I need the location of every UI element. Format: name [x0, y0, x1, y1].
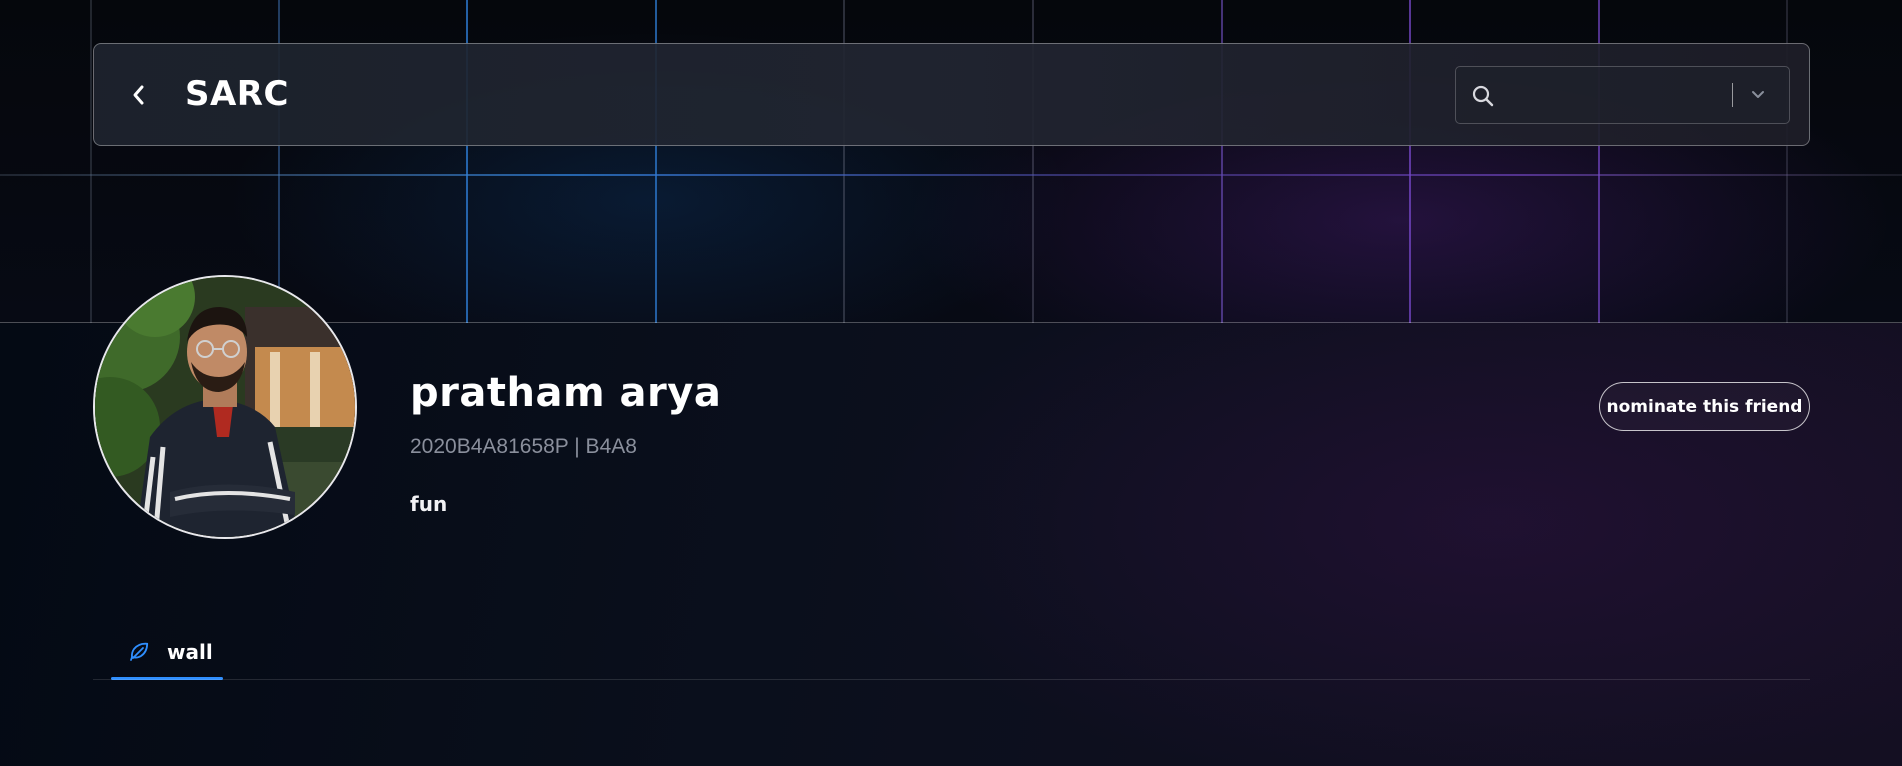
top-header-bar: SARC — [93, 43, 1810, 146]
profile-page: SARC pratham arya 2020B4A81658P | B4A8 f… — [0, 0, 1902, 766]
search-divider — [1732, 83, 1733, 107]
avatar — [93, 275, 357, 539]
avatar-photo — [95, 277, 355, 537]
page-title: SARC — [185, 74, 289, 114]
tab-wall-label: wall — [167, 640, 213, 664]
profile-id: 2020B4A81658P | B4A8 — [410, 435, 637, 458]
tab-wall[interactable]: wall — [111, 625, 223, 679]
tabs-divider — [93, 679, 1810, 680]
nominate-button[interactable]: nominate this friend — [1599, 382, 1810, 431]
feather-icon — [130, 642, 149, 661]
chevron-left-icon — [133, 85, 144, 105]
search-icon — [1472, 85, 1494, 107]
search-input[interactable] — [1504, 77, 1724, 115]
profile-bio: fun — [410, 492, 448, 516]
chevron-down-icon[interactable] — [1750, 89, 1766, 101]
back-button[interactable] — [122, 78, 156, 112]
profile-name: pratham arya — [410, 370, 722, 416]
search-box[interactable] — [1455, 66, 1790, 124]
